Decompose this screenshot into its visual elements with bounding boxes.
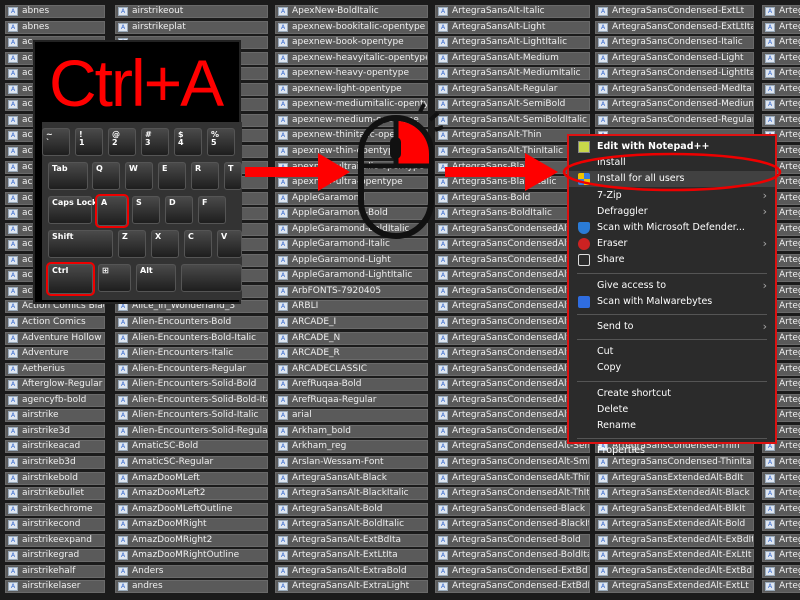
- menu-item-label: 7-Zip: [597, 189, 622, 201]
- chevron-right-icon: ›: [762, 204, 767, 218]
- menu-item-label: Edit with Notepad++: [597, 141, 710, 152]
- chevron-right-icon: ›: [762, 188, 767, 202]
- menu-separator: [577, 339, 767, 341]
- malwarebytes-icon: [578, 295, 590, 308]
- menu-item-share[interactable]: Share: [569, 252, 775, 268]
- arrow-right-icon: [245, 153, 350, 191]
- menu-item-copy[interactable]: Copy: [569, 360, 775, 376]
- menu-item-label: Defraggler: [597, 205, 648, 217]
- menu-item-send-to[interactable]: Send to ›: [569, 319, 775, 335]
- menu-item-label: Create shortcut: [597, 387, 671, 399]
- mouse-icon: [358, 103, 444, 239]
- context-menu: Edit with Notepad++ Install Install for al…: [567, 134, 777, 456]
- menu-item-scan-with-microsoft-defender[interactable]: Scan with Microsoft Defender...: [569, 220, 775, 236]
- chevron-right-icon: ›: [762, 278, 767, 292]
- menu-item-label: Scan with Malwarebytes: [597, 295, 713, 307]
- menu-separator: [577, 380, 767, 382]
- menu-item-7-zip[interactable]: 7-Zip ›: [569, 188, 775, 204]
- shield-uac-icon: [578, 173, 590, 186]
- menu-item-scan-with-malwarebytes[interactable]: Scan with Malwarebytes: [569, 294, 775, 310]
- eraser-icon: [578, 238, 590, 251]
- menu-item-label: Eraser: [597, 238, 628, 250]
- menu-item-defraggler[interactable]: Defraggler ›: [569, 204, 775, 220]
- menu-separator: [577, 314, 767, 315]
- menu-item-eraser[interactable]: Eraser ›: [569, 236, 775, 252]
- menu-item-label: Properties: [597, 445, 646, 457]
- menu-item-label: Cut: [597, 346, 614, 358]
- notepad-icon: [578, 141, 590, 153]
- menu-item-edit-with-notepad[interactable]: Edit with Notepad++: [569, 139, 775, 155]
- menu-item-label: Copy: [597, 362, 622, 374]
- menu-item-label: Scan with Microsoft Defender...: [597, 222, 745, 233]
- menu-item-label: Share: [597, 254, 625, 266]
- menu-item-label: Rename: [597, 420, 636, 431]
- arrow-right-icon: [445, 153, 558, 191]
- share-icon: [578, 254, 590, 267]
- defender-icon: [578, 222, 590, 234]
- menu-separator: [577, 272, 767, 274]
- menu-item-properties[interactable]: Properties: [569, 443, 775, 459]
- menu-item-create-shortcut[interactable]: Create shortcut: [569, 386, 775, 402]
- menu-item-rename[interactable]: Rename: [569, 418, 775, 434]
- menu-item-cut[interactable]: Cut: [569, 344, 775, 360]
- menu-item-label: Give access to: [597, 279, 667, 291]
- menu-item-label: Send to: [597, 321, 634, 332]
- menu-item-give-access-to[interactable]: Give access to ›: [569, 278, 775, 294]
- menu-item-label: Delete: [597, 403, 629, 415]
- menu-separator: [577, 438, 767, 440]
- menu-item-label: Install for all users: [597, 173, 685, 185]
- chevron-right-icon: ›: [762, 237, 767, 251]
- chevron-right-icon: ›: [762, 320, 767, 333]
- menu-item-install[interactable]: Install: [569, 155, 775, 171]
- menu-item-delete[interactable]: Delete: [569, 402, 775, 418]
- menu-item-install-for-all-users[interactable]: Install for all users: [569, 171, 775, 188]
- menu-item-label: Install: [597, 157, 626, 169]
